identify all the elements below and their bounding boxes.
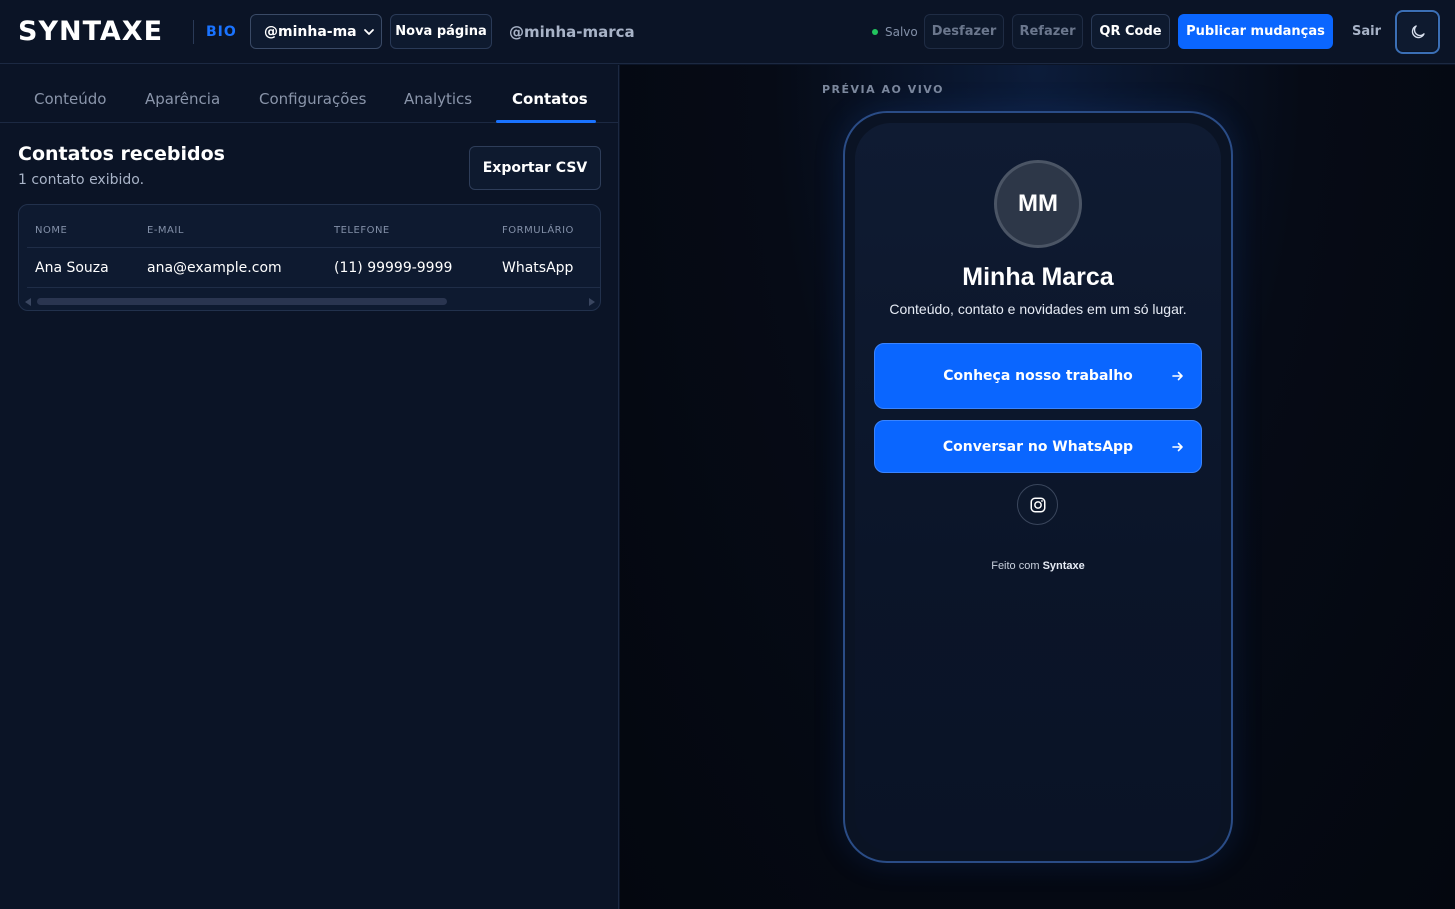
redo-button[interactable]: Refazer [1012,14,1083,49]
tab-appearance[interactable]: Aparência [145,90,220,108]
tab-analytics[interactable]: Analytics [404,90,472,108]
preview-label: PRÉVIA AO VIVO [822,83,944,96]
scroll-left-icon[interactable] [25,298,31,306]
active-tab-indicator [496,120,596,123]
column-header-form: FORMULÁRIO [502,225,574,236]
current-handle: @minha-marca [509,23,635,41]
cell-phone: (11) 99999-9999 [334,260,453,276]
arrow-right-icon [1172,371,1183,381]
save-status-label: Salvo [885,25,918,39]
scrollbar-thumb[interactable] [37,298,447,305]
arrow-right-icon [1172,442,1183,451]
theme-toggle-button[interactable] [1395,10,1440,54]
logout-button[interactable]: Sair [1352,23,1381,41]
top-bar: SYNTAXE BIO @minha-marca Nova página @mi… [0,0,1455,64]
moon-icon [1411,25,1425,39]
column-header-name: NOME [35,225,68,236]
made-with-brand[interactable]: Syntaxe [1043,560,1085,572]
link-button-label: Conversar no WhatsApp [942,438,1134,455]
profile-name: Minha Marca [962,263,1114,291]
contacts-table: NOME E-MAIL TELEFONE FORMULÁRIO Ana Souz… [18,204,601,311]
table-divider [27,247,600,248]
status-dot-icon [872,29,878,35]
cell-form: WhatsApp [502,260,574,276]
live-preview-panel: PRÉVIA AO VIVO MM Minha Marca Conteúdo, … [620,65,1455,909]
cell-email[interactable]: ana@example.com [147,259,282,277]
page-select-value: @minha-marca [264,23,356,40]
made-with-footer: Feito com Syntaxe [845,559,1231,573]
link-button-whatsapp[interactable]: Conversar no WhatsApp [874,420,1202,473]
cell-name: Ana Souza [35,260,109,276]
link-button-work[interactable]: Conheça nosso trabalho [874,343,1202,409]
horizontal-scrollbar[interactable] [19,294,600,310]
avatar-initials: MM [1018,190,1058,217]
tab-contacts[interactable]: Contatos [512,90,588,108]
column-header-email: E-MAIL [147,225,184,236]
logo[interactable]: SYNTAXE [18,16,163,48]
scroll-right-icon[interactable] [589,298,595,306]
column-header-phone: TELEFONE [334,225,390,236]
logo-sub: BIO [206,24,237,40]
tab-content[interactable]: Conteúdo [34,90,106,108]
undo-button[interactable]: Desfazer [924,14,1004,49]
chevron-down-icon [364,29,374,35]
avatar: MM [994,160,1082,248]
export-csv-button[interactable]: Exportar CSV [469,146,601,190]
made-with-prefix: Feito com [991,560,1040,572]
qr-code-button[interactable]: QR Code [1091,14,1170,49]
instagram-link[interactable] [1017,484,1058,525]
editor-panel: Conteúdo Aparência Configurações Analyti… [0,65,619,909]
table-divider [27,287,600,288]
new-page-button[interactable]: Nova página [390,14,492,49]
editor-tabs: Conteúdo Aparência Configurações Analyti… [0,65,619,123]
phone-frame: MM Minha Marca Conteúdo, contato e novid… [843,111,1233,863]
tab-settings[interactable]: Configurações [259,90,366,108]
save-status: Salvo [872,24,918,40]
page-select[interactable]: @minha-marca [250,14,382,49]
section-subtitle: 1 contato exibido. [18,172,145,188]
publish-button[interactable]: Publicar mudanças [1178,14,1333,49]
section-title: Contatos recebidos [18,143,225,165]
instagram-icon [1030,497,1045,512]
profile-description: Conteúdo, contato e novidades em um só l… [889,301,1187,317]
logo-divider [193,20,194,44]
link-button-label: Conheça nosso trabalho [943,368,1133,384]
